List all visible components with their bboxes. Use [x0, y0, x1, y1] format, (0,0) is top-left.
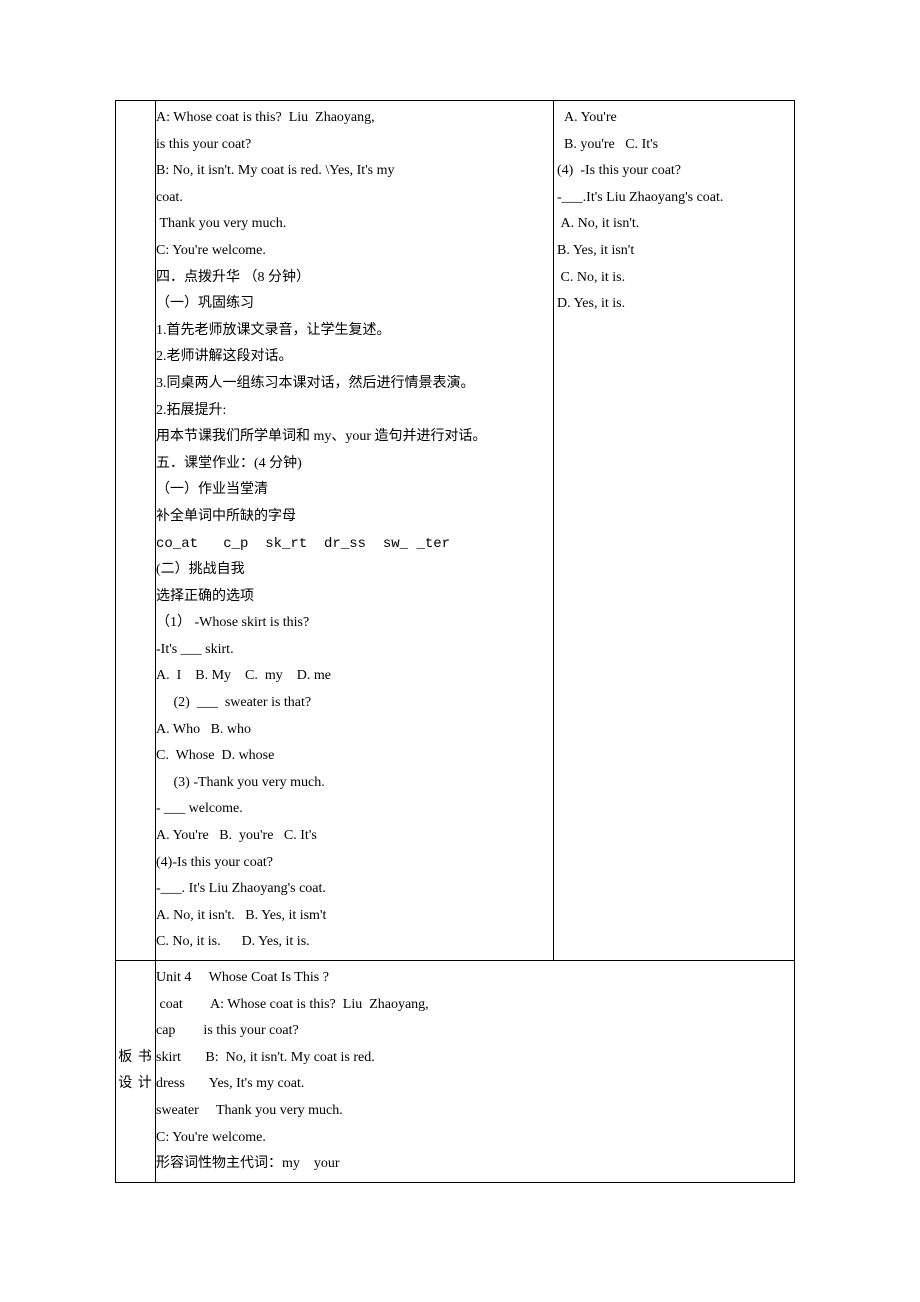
banshu-label-cell: 板 书 设 计: [116, 961, 156, 1182]
row1-left-blank: [116, 101, 156, 961]
center-line: (3) -Thank you very much.: [156, 770, 549, 797]
center-line: 1.首先老师放课文录音，让学生复述。: [156, 318, 549, 345]
center-line: 3.同桌两人一组练习本课对话，然后进行情景表演。: [156, 371, 549, 398]
center-line: （一）巩固练习: [156, 291, 549, 318]
right-line: A. You're: [557, 105, 794, 132]
right-column: A. You're B. you're C. It's (4) -Is this…: [554, 101, 794, 960]
center-line: 补全单词中所缺的字母: [156, 504, 549, 531]
center-line: coat.: [156, 185, 549, 212]
banshu-line: skirt B: No, it isn't. My coat is red.: [156, 1045, 790, 1072]
center-line: -It's ___ skirt.: [156, 637, 549, 664]
center-line: co_at c_p sk_rt dr_ss sw_ _ter: [156, 531, 549, 558]
center-line: Thank you very much.: [156, 211, 549, 238]
center-line: (2) ___ sweater is that?: [156, 690, 549, 717]
center-line: is this your coat?: [156, 132, 549, 159]
banshu-line: cap is this your coat?: [156, 1018, 790, 1045]
center-line: 五．课堂作业：(4 分钟): [156, 451, 549, 478]
banshu-line: dress Yes, It's my coat.: [156, 1071, 790, 1098]
center-line: 2.老师讲解这段对话。: [156, 344, 549, 371]
right-line: D. Yes, it is.: [557, 291, 794, 318]
center-line: （1） -Whose skirt is this?: [156, 610, 549, 637]
center-line: A. You're B. you're C. It's: [156, 823, 549, 850]
center-line: - ___ welcome.: [156, 796, 549, 823]
right-line: -___.It's Liu Zhaoyang's coat.: [557, 185, 794, 212]
center-line: A. Who B. who: [156, 717, 549, 744]
right-line: (4) -Is this your coat?: [557, 158, 794, 185]
center-line: （一）作业当堂清: [156, 477, 549, 504]
banshu-label-line2: 设 计: [118, 1071, 153, 1098]
center-line: (二）挑战自我: [156, 557, 549, 584]
right-line: A. No, it isn't.: [557, 211, 794, 238]
banshu-content-cell: Unit 4 Whose Coat Is This ? coat A: Whos…: [156, 961, 794, 1182]
banshu-line: coat A: Whose coat is this? Liu Zhaoyang…: [156, 992, 790, 1019]
center-line: 四．点拨升华 （8 分钟）: [156, 265, 549, 292]
lesson-table: A: Whose coat is this? Liu Zhaoyang, is …: [115, 100, 795, 1183]
center-line: C. No, it is. D. Yes, it is.: [156, 929, 549, 956]
center-line: 2.拓展提升:: [156, 398, 549, 425]
center-line: A. I B. My C. my D. me: [156, 663, 549, 690]
right-line: B. Yes, it isn't: [557, 238, 794, 265]
banshu-line: sweater Thank you very much.: [156, 1098, 790, 1125]
center-line: A: Whose coat is this? Liu Zhaoyang,: [156, 105, 549, 132]
center-line: C. Whose D. whose: [156, 743, 549, 770]
center-line: 选择正确的选项: [156, 584, 549, 611]
banshu-line: Unit 4 Whose Coat Is This ?: [156, 965, 790, 992]
center-line: C: You're welcome.: [156, 238, 549, 265]
center-line: A. No, it isn't. B. Yes, it ism't: [156, 903, 549, 930]
center-line: (4)-Is this your coat?: [156, 850, 549, 877]
banshu-line: C: You're welcome.: [156, 1125, 790, 1152]
center-line: -___. It's Liu Zhaoyang's coat.: [156, 876, 549, 903]
right-line: C. No, it is.: [557, 265, 794, 292]
center-line: B: No, it isn't. My coat is red. \Yes, I…: [156, 158, 549, 185]
banshu-line: 形容词性物主代词：my your: [156, 1151, 790, 1178]
right-line: B. you're C. It's: [557, 132, 794, 159]
center-column: A: Whose coat is this? Liu Zhaoyang, is …: [156, 101, 554, 960]
center-line: 用本节课我们所学单词和 my、your 造句并进行对话。: [156, 424, 549, 451]
row1-content: A: Whose coat is this? Liu Zhaoyang, is …: [156, 101, 794, 961]
banshu-label-line1: 板 书: [118, 1045, 153, 1072]
